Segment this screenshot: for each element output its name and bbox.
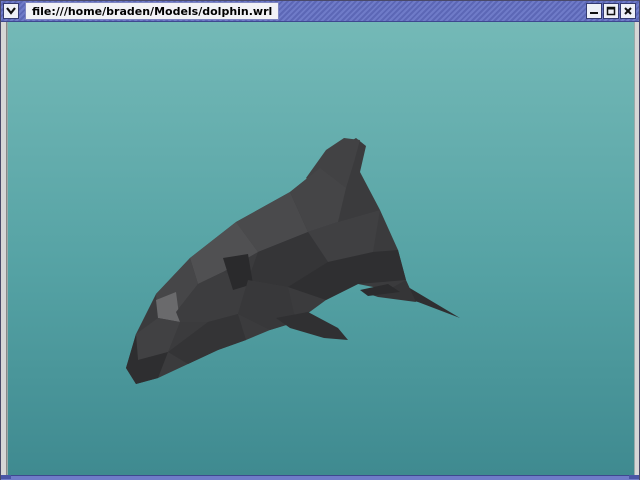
- resize-grip-bottom-right[interactable]: [629, 475, 639, 479]
- 3d-viewport[interactable]: [7, 22, 635, 475]
- title-bar[interactable]: file:///home/braden/Models/dolphin.wrl: [1, 1, 639, 22]
- title-bar-drag-area[interactable]: [247, 4, 581, 18]
- window-frame-bottom[interactable]: [1, 475, 639, 480]
- chevron-down-icon: [6, 7, 16, 15]
- dolphin-pectoral-fin: [276, 312, 348, 340]
- maximize-button[interactable]: [603, 3, 619, 19]
- minimize-icon: [590, 12, 598, 14]
- resize-grip-bottom-left[interactable]: [1, 475, 11, 479]
- close-icon: [624, 7, 632, 15]
- minimize-button[interactable]: [586, 3, 602, 19]
- window-menu-button[interactable]: [3, 3, 19, 19]
- close-button[interactable]: [620, 3, 636, 19]
- dolphin-3d-model: [126, 138, 460, 384]
- vrml-viewer-window: file:///home/braden/Models/dolphin.wrl: [0, 0, 640, 480]
- window-title: file:///home/braden/Models/dolphin.wrl: [25, 2, 280, 20]
- maximize-icon: [606, 6, 616, 16]
